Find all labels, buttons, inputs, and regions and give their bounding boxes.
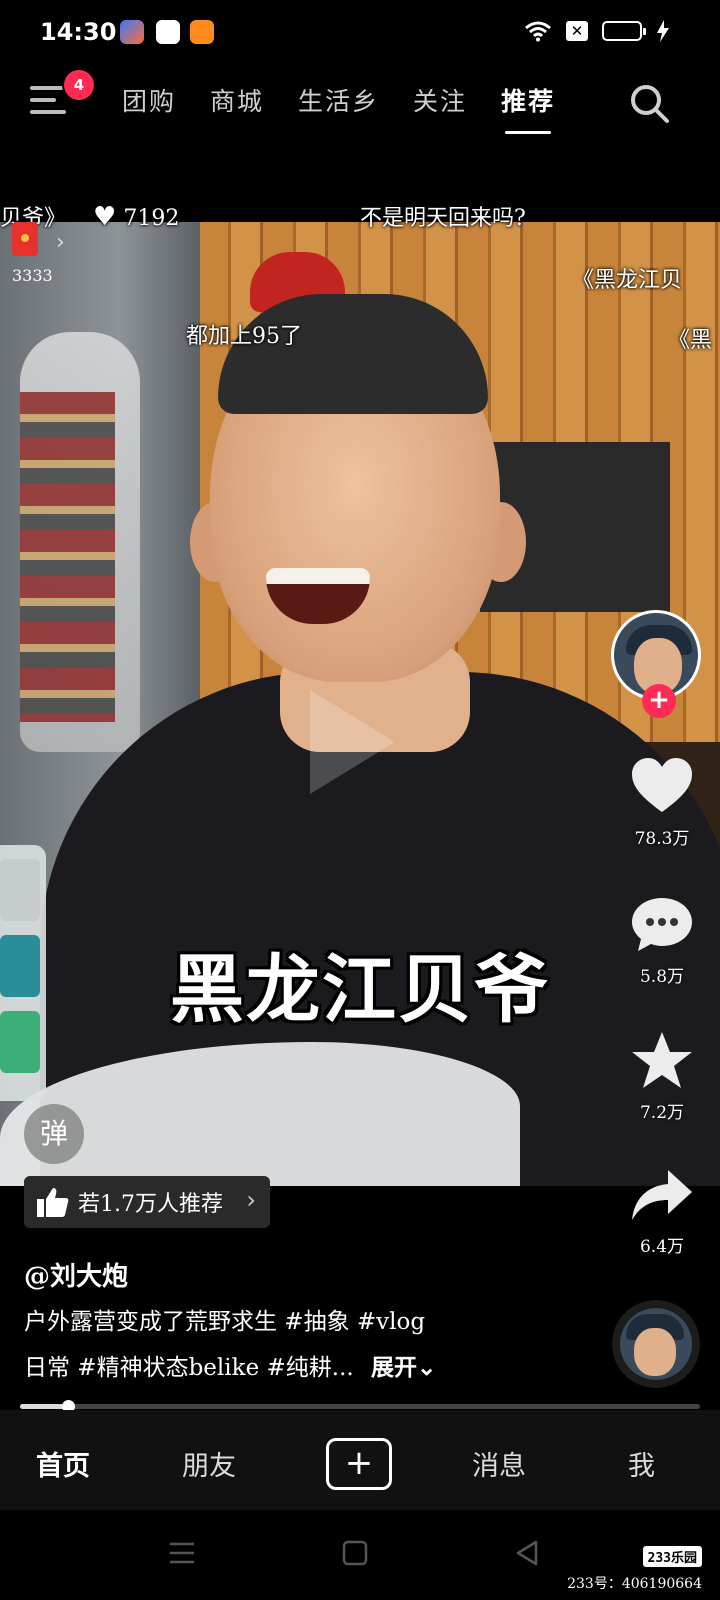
notification-badge: 4 [62, 68, 96, 102]
share-button[interactable]: 6.4万 [626, 1168, 698, 1257]
tab-group-buy[interactable]: 团购 [122, 82, 176, 118]
danmaku-5: 《黑 [668, 328, 713, 353]
tool-item-1[interactable] [0, 859, 40, 921]
live-viewer-count: 3333 [12, 266, 53, 285]
app-icon-2 [156, 20, 180, 44]
nav-home[interactable]: 首页 [36, 1444, 90, 1483]
comment-icon [632, 898, 692, 951]
menu-line [30, 110, 66, 114]
create-button[interactable]: + [326, 1438, 392, 1490]
share-count: 6.4万 [639, 1237, 685, 1257]
tab-recommend[interactable]: 推荐 [501, 82, 555, 134]
tab-hometown[interactable]: 生活乡 [298, 82, 379, 118]
video-progress-bar[interactable] [20, 1400, 700, 1413]
tool-item-3[interactable] [0, 1011, 40, 1073]
app-icon-1 [120, 20, 144, 44]
wifi-icon [525, 21, 551, 42]
tool-item-2[interactable] [0, 935, 40, 997]
search-icon[interactable] [628, 82, 670, 124]
chevron-right-icon: › [246, 1186, 256, 1214]
watermark: 233乐园 233号：406190664 [567, 1546, 702, 1593]
heart-icon: ♥ [93, 202, 117, 232]
share-arrow-icon [632, 1170, 692, 1220]
description-text: 日常 #精神状态belike #纯耕... [24, 1355, 354, 1381]
status-bar: 14:30 ✕ [0, 0, 720, 64]
like-count: 78.3万 [634, 829, 690, 849]
progress-fill [20, 1404, 68, 1409]
nav-messages[interactable]: 消息 [472, 1444, 526, 1483]
music-disc-cover [620, 1308, 692, 1380]
follow-button[interactable]: + [642, 684, 676, 718]
danmaku-4: 《黑龙江贝 [572, 268, 683, 293]
close-box-icon: ✕ [566, 21, 588, 41]
danmu-toggle-button[interactable]: 弹 [24, 1104, 84, 1164]
home-square-icon[interactable] [342, 1540, 368, 1566]
play-icon[interactable] [300, 682, 400, 802]
nav-friends[interactable]: 朋友 [182, 1444, 236, 1483]
favorite-button[interactable]: 7.2万 [626, 1030, 698, 1123]
battery-icon [602, 21, 646, 41]
status-time: 14:30 [40, 18, 117, 46]
watermark-brand: 233乐园 [642, 1546, 702, 1567]
top-tabs: 团购 商城 生活乡 关注 推荐 [122, 82, 555, 134]
menu-line [30, 86, 66, 90]
video-player[interactable] [0, 222, 720, 1186]
recommend-text: 若1.7万人推荐 [78, 1192, 223, 1217]
comment-count: 5.8万 [639, 967, 685, 987]
like-button[interactable]: 78.3万 [626, 756, 698, 849]
app-icon-3 [190, 20, 214, 44]
comment-button[interactable]: 5.8万 [626, 894, 698, 987]
charging-icon [657, 20, 669, 42]
description-line-1: 户外露营变成了荒野求生 #抽象 #vlog [24, 1309, 426, 1335]
red-packet-icon[interactable] [12, 222, 38, 256]
thumbs-up-icon [37, 1188, 69, 1217]
recommend-pill[interactable]: 若1.7万人推荐 › [24, 1176, 270, 1228]
top-nav: 4 团购 商城 生活乡 关注 推荐 [0, 64, 720, 144]
danmaku-3: 都加上95了 [186, 324, 302, 349]
danmaku-1-likes: 7192 [123, 206, 180, 231]
nav-me[interactable]: 我 [628, 1444, 655, 1483]
expand-button[interactable]: 展开⌄ [371, 1354, 436, 1381]
floating-tool-panel[interactable] [0, 845, 46, 1101]
recent-apps-icon[interactable] [168, 1540, 196, 1566]
bottom-nav: 首页 朋友 + 消息 我 [0, 1410, 720, 1510]
heart-icon [632, 758, 692, 812]
menu-line [30, 98, 56, 102]
avatar-face [634, 1328, 676, 1376]
menu-button[interactable] [30, 86, 66, 120]
video-caption: 黑龙江贝爷 [170, 947, 550, 1033]
back-triangle-icon[interactable] [514, 1540, 540, 1566]
star-icon [632, 1032, 692, 1088]
tab-following[interactable]: 关注 [413, 82, 467, 118]
music-disc[interactable] [612, 1300, 700, 1388]
merchandise-rack [20, 392, 115, 722]
author-name[interactable]: @刘大炮 [24, 1256, 128, 1293]
description-line-2: 日常 #精神状态belike #纯耕... 展开⌄ [24, 1346, 594, 1390]
tab-mall[interactable]: 商城 [210, 82, 264, 118]
watermark-id: 233号：406190664 [567, 1576, 702, 1592]
danmaku-2: 不是明天回来吗? [360, 206, 526, 231]
favorite-count: 7.2万 [639, 1103, 685, 1123]
chevron-right-icon[interactable]: › [56, 230, 65, 255]
